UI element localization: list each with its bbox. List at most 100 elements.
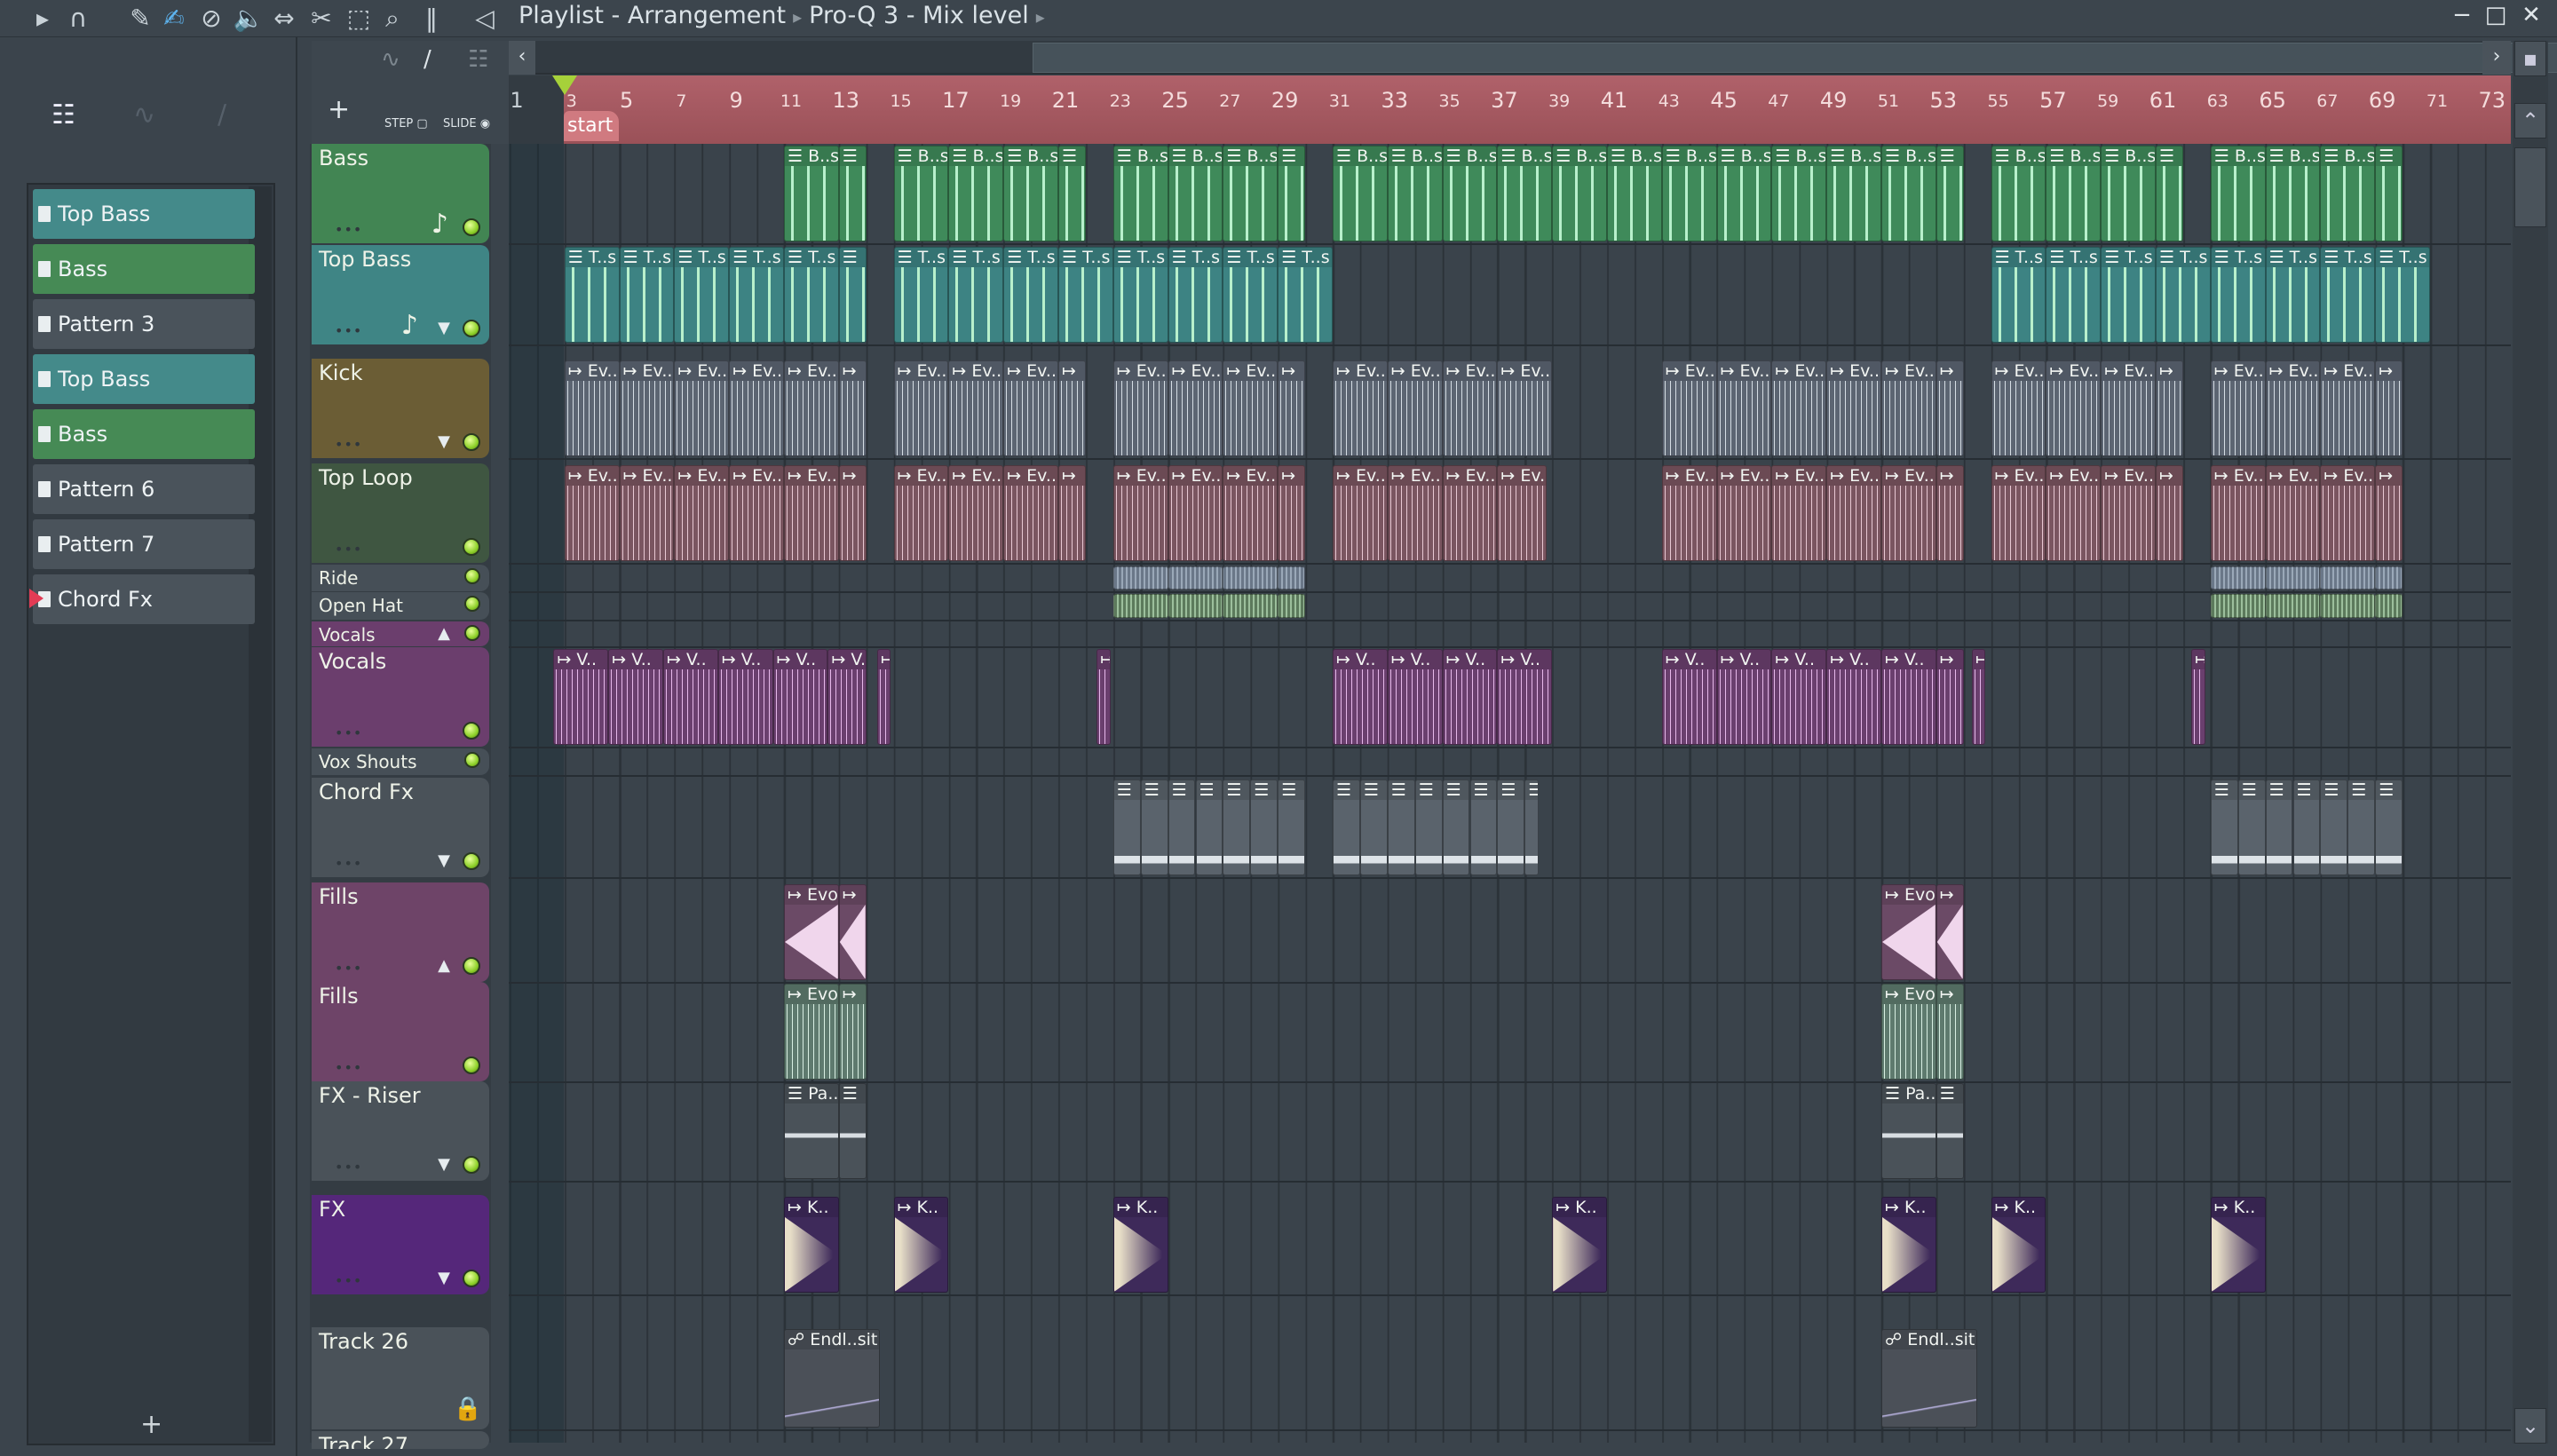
playlist-clip[interactable]: ↦ (1936, 649, 1964, 745)
track-enable-toggle[interactable] (464, 596, 480, 612)
playlist-clip[interactable]: ↦ (838, 465, 867, 561)
playlist-clip[interactable]: ☰ (1524, 779, 1539, 875)
playlist-clip[interactable]: ☰ (1414, 779, 1443, 875)
chevron-down-icon[interactable]: ▼ (438, 319, 450, 337)
track-header[interactable]: Kick ••• ▼ (312, 359, 489, 458)
playlist-clip[interactable]: ↦ V.. (827, 649, 867, 745)
zoom-icon[interactable]: ⌕ (376, 4, 408, 34)
track-header[interactable]: Track 27 (312, 1431, 489, 1449)
playlist-clip[interactable]: ☰ Pa..n 7 (784, 1083, 839, 1179)
playlist-clip[interactable]: ↦ Ev.. (619, 465, 675, 561)
track-header[interactable]: Vocals ▲ (312, 621, 489, 646)
track-menu-icon[interactable]: ••• (335, 322, 362, 339)
playlist-clip[interactable]: ☰ B..s (784, 146, 839, 241)
playlist-clip[interactable]: ↦ Ev.. (1497, 465, 1547, 561)
playlist-clip[interactable]: ☰ T..s (2046, 247, 2102, 343)
playlist-clip[interactable]: ☰ B..s (1552, 146, 1607, 241)
playlist-clip[interactable]: ☰ Pa..n 7 (1881, 1083, 1936, 1179)
playlist-clip[interactable]: ↦ Ev.. (1497, 360, 1553, 456)
playlist-clip[interactable]: ↦ Evo..m (1881, 984, 1936, 1080)
playlist-clip[interactable]: ☰ (838, 247, 867, 343)
playlist-clip[interactable]: ☰ B..s (1168, 146, 1223, 241)
playlist-clip[interactable]: ☰ T..s (2210, 247, 2266, 343)
playlist-clip[interactable] (1112, 566, 1168, 590)
playlist-clip[interactable]: ☰ B..s (2046, 146, 2102, 241)
chevron-down-icon[interactable]: ▼ (438, 432, 450, 451)
track-header[interactable]: Vox Shouts (312, 748, 489, 775)
playlist-clip[interactable] (1112, 594, 1168, 618)
playlist-clip[interactable]: ↦ (1058, 465, 1086, 561)
playlist-clip[interactable]: ↦ Ev.. (893, 465, 949, 561)
playlist-clip[interactable]: ↦ (838, 884, 867, 980)
playlist-clip[interactable]: ☰ (1195, 779, 1223, 875)
playlist-grid[interactable]: ☰ B..s ☰ ☰ B..s ☰ B..s ☰ B..s ☰ ☰ B..s ☰ B..s… (509, 144, 2511, 1443)
track-menu-icon[interactable]: ••• (335, 960, 362, 977)
audio-icon[interactable]: ∿ (133, 99, 155, 131)
playlist-clip[interactable]: ↦ (877, 649, 891, 745)
track-header[interactable]: Vocals ••• (312, 647, 489, 747)
playlist-clip[interactable]: ☰ B..s (1991, 146, 2046, 241)
track-header[interactable]: Top Loop ••• (312, 463, 489, 563)
playlist-clip[interactable]: ↦ (1096, 649, 1111, 745)
playlist-clip[interactable] (2210, 594, 2266, 618)
playlist-clip[interactable]: ☰ (1140, 779, 1168, 875)
playlist-clip[interactable]: ☰ (2375, 779, 2403, 875)
playlist-clip[interactable] (2320, 594, 2376, 618)
overview-window[interactable] (1033, 43, 2557, 73)
playlist-clip[interactable]: ↦ Ev.. (2046, 465, 2102, 561)
playlist-clip[interactable]: ☰ B..s (2265, 146, 2321, 241)
slice-icon[interactable]: ✂ (305, 4, 337, 33)
playlist-clip[interactable]: ↦ Ev.. (1826, 465, 1881, 561)
playlist-clip[interactable] (1168, 594, 1223, 618)
playlist-clip[interactable]: ☰ T..s (729, 247, 784, 343)
playlist-clip[interactable]: ☰ B..s (893, 146, 949, 241)
playlist-clip[interactable]: ↦ Ev.. (1716, 360, 1772, 456)
speaker-icon[interactable]: ◁ (469, 4, 501, 33)
track-enable-toggle[interactable] (463, 1270, 480, 1287)
piano-roll-icon[interactable]: ☷ (468, 46, 488, 73)
playlist-clip[interactable]: ☰ (838, 146, 867, 241)
playlist-clip[interactable]: ↦ (2375, 465, 2403, 561)
playlist-clip[interactable]: ☰ (2156, 146, 2183, 241)
playlist-clip[interactable]: ☰ (838, 1083, 867, 1179)
playlist-clip[interactable]: ☰ (2265, 779, 2293, 875)
playlist-clip[interactable]: ↦ Ev.. (1223, 360, 1278, 456)
playlist-clip[interactable]: ☰ T..s (1112, 247, 1168, 343)
chevron-up-icon[interactable]: ▲ (438, 956, 450, 975)
playlist-clip[interactable]: ☰ T..s (1168, 247, 1223, 343)
pencil-icon[interactable]: ✎ (124, 4, 156, 33)
pattern-item[interactable]: Bass (33, 244, 255, 294)
playlist-clip[interactable]: ☰ (2292, 779, 2321, 875)
track-menu-icon[interactable]: ••• (335, 724, 362, 741)
scroll-left-button[interactable]: ‹ (509, 41, 535, 75)
playlist-clip[interactable]: ☰ B..s (1223, 146, 1278, 241)
playlist-clip[interactable]: ↦ Ev.. (1442, 360, 1498, 456)
playlist-clip[interactable] (2320, 566, 2376, 590)
add-pattern-button[interactable]: + (140, 1409, 162, 1440)
playlist-clip[interactable]: ↦ (2375, 360, 2403, 456)
slip-icon[interactable]: ⇔ (268, 4, 300, 33)
playlist-clip[interactable]: ↦ (1278, 360, 1306, 456)
track-header[interactable]: FX - Riser ••• ▼ (312, 1081, 489, 1181)
select-icon[interactable]: ⬚ (343, 4, 375, 33)
slide-toggle[interactable]: SLIDE ◉ (443, 117, 490, 131)
track-enable-toggle[interactable] (463, 538, 480, 556)
pattern-item[interactable]: Top Bass (33, 354, 255, 404)
track-header[interactable]: Chord Fx ••• ▼ (312, 778, 489, 877)
playlist-clip[interactable]: ↦ Ev.. (1112, 360, 1168, 456)
playlist-clip[interactable] (2265, 594, 2321, 618)
playlist-clip[interactable]: ↦ Ev.. (1661, 360, 1717, 456)
playlist-clip[interactable]: ↦ Ev.. (1991, 465, 2046, 561)
playlist-clip[interactable]: ↦ Ev.. (1168, 360, 1223, 456)
playlist-clip[interactable]: ↦ (2156, 360, 2183, 456)
playlist-clip[interactable]: ☰ (1278, 146, 1306, 241)
track-header[interactable]: Fills ••• ▲ (312, 882, 489, 982)
track-enable-toggle[interactable] (463, 852, 480, 870)
playlist-clip[interactable]: ↦ Ev.. (2101, 360, 2156, 456)
timeline-ruler[interactable]: start 1 3 5 7 9 11 13 15 17 19 21 23 25 27 29 31 33 35 37 3… (509, 75, 2511, 144)
playlist-clip[interactable]: ↦ V.. (772, 649, 828, 745)
track-enable-toggle[interactable] (463, 218, 480, 236)
playlist-clip[interactable]: ☰ T..s (1003, 247, 1058, 343)
playlist-clip[interactable]: ☰ T..s (948, 247, 1004, 343)
playlist-clip[interactable] (1223, 566, 1278, 590)
